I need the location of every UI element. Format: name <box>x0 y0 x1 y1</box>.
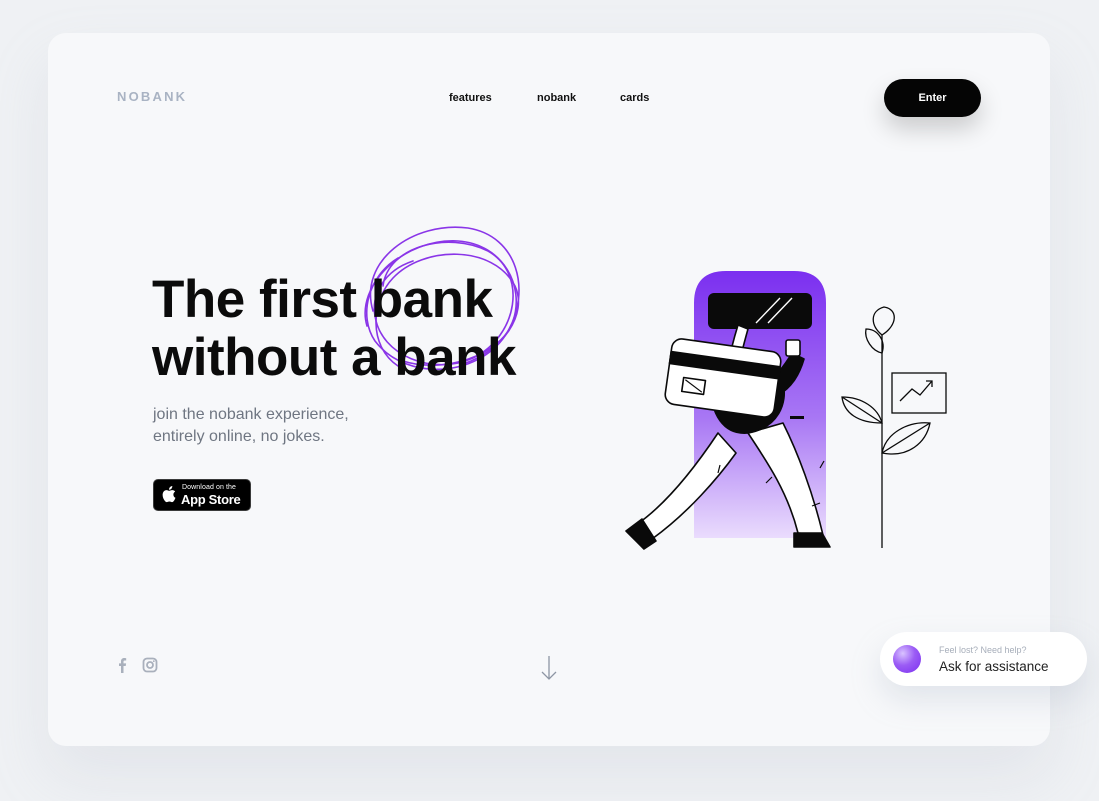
app-store-badge[interactable]: Download on the App Store <box>153 479 251 511</box>
app-store-big-text: App Store <box>181 492 241 507</box>
scroll-down-arrow-icon[interactable] <box>539 654 559 682</box>
assistance-widget[interactable]: Feel lost? Need help? Ask for assistance <box>880 632 1087 686</box>
enter-button[interactable]: Enter <box>884 79 981 117</box>
hero-headline: The first bank without a bank <box>152 270 517 387</box>
nav-item-cards[interactable]: cards <box>620 92 649 104</box>
assistant-avatar <box>893 645 921 673</box>
headline-line-2: without a bank <box>152 328 517 387</box>
subtitle-line-1: join the nobank experience, <box>153 406 349 423</box>
app-store-small-text: Download on the <box>182 484 237 491</box>
hero-subtitle: join the nobank experience, entirely onl… <box>153 404 349 448</box>
assistance-action: Ask for assistance <box>939 659 1049 674</box>
headline-line-1: The first bank <box>152 270 493 329</box>
assistance-question: Feel lost? Need help? <box>939 645 1027 655</box>
subtitle-line-2: entirely online, no jokes. <box>153 428 325 445</box>
nav-item-features[interactable]: features <box>449 92 492 104</box>
hero-illustration <box>625 271 947 550</box>
instagram-icon[interactable] <box>142 657 158 673</box>
nav-item-nobank[interactable]: nobank <box>537 92 576 104</box>
plant-illustration <box>841 306 947 548</box>
apple-icon <box>162 486 176 503</box>
facebook-icon[interactable] <box>116 657 128 673</box>
